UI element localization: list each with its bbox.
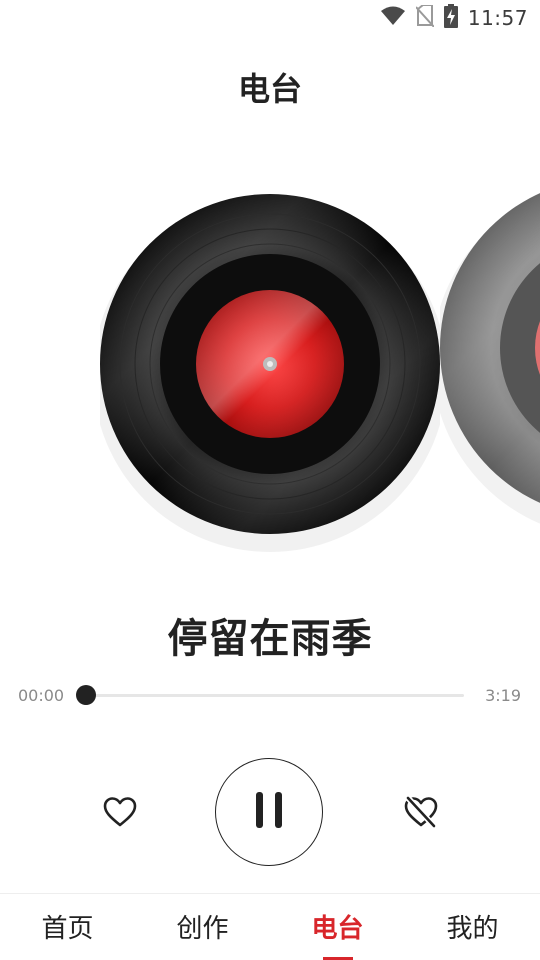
next-record — [440, 193, 540, 524]
nav-item-home[interactable]: 首页 — [0, 894, 135, 960]
nav-item-label: 创作 — [176, 914, 229, 944]
radio-screen: 11:57 电台 停留在雨季 00:00 3:19 首页 创作 电台 我的 — [0, 0, 540, 960]
status-time: 11:57 — [467, 6, 528, 30]
status-icons: 11:57 — [380, 4, 528, 32]
nav-item-mine[interactable]: 我的 — [405, 894, 540, 960]
record-carousel[interactable] — [0, 170, 540, 570]
heart-outline-icon — [102, 796, 138, 832]
heart-broken-icon — [403, 795, 439, 833]
nav-item-label: 电台 — [311, 914, 364, 944]
vinyl-record — [100, 194, 440, 552]
nav-item-label: 我的 — [446, 914, 499, 944]
progress-slider[interactable] — [76, 685, 464, 705]
progress-thumb[interactable] — [76, 685, 96, 705]
bottom-nav: 首页 创作 电台 我的 — [0, 893, 540, 960]
battery-charging-icon — [443, 4, 458, 32]
nav-item-radio[interactable]: 电台 — [270, 894, 405, 960]
pause-button[interactable] — [215, 758, 323, 866]
total-time: 3:19 — [485, 686, 521, 705]
progress-row: 00:00 3:19 — [0, 680, 540, 710]
like-button[interactable] — [98, 792, 142, 836]
nav-item-create[interactable]: 创作 — [135, 894, 270, 960]
pause-icon — [254, 791, 284, 833]
wifi-icon — [380, 6, 406, 30]
status-bar: 11:57 — [0, 0, 540, 36]
page-title: 电台 — [237, 70, 302, 108]
dislike-button[interactable] — [399, 792, 443, 836]
song-title: 停留在雨季 — [167, 616, 373, 662]
no-sim-icon — [415, 4, 435, 31]
nav-item-label: 首页 — [41, 914, 94, 944]
current-time: 00:00 — [18, 686, 65, 705]
